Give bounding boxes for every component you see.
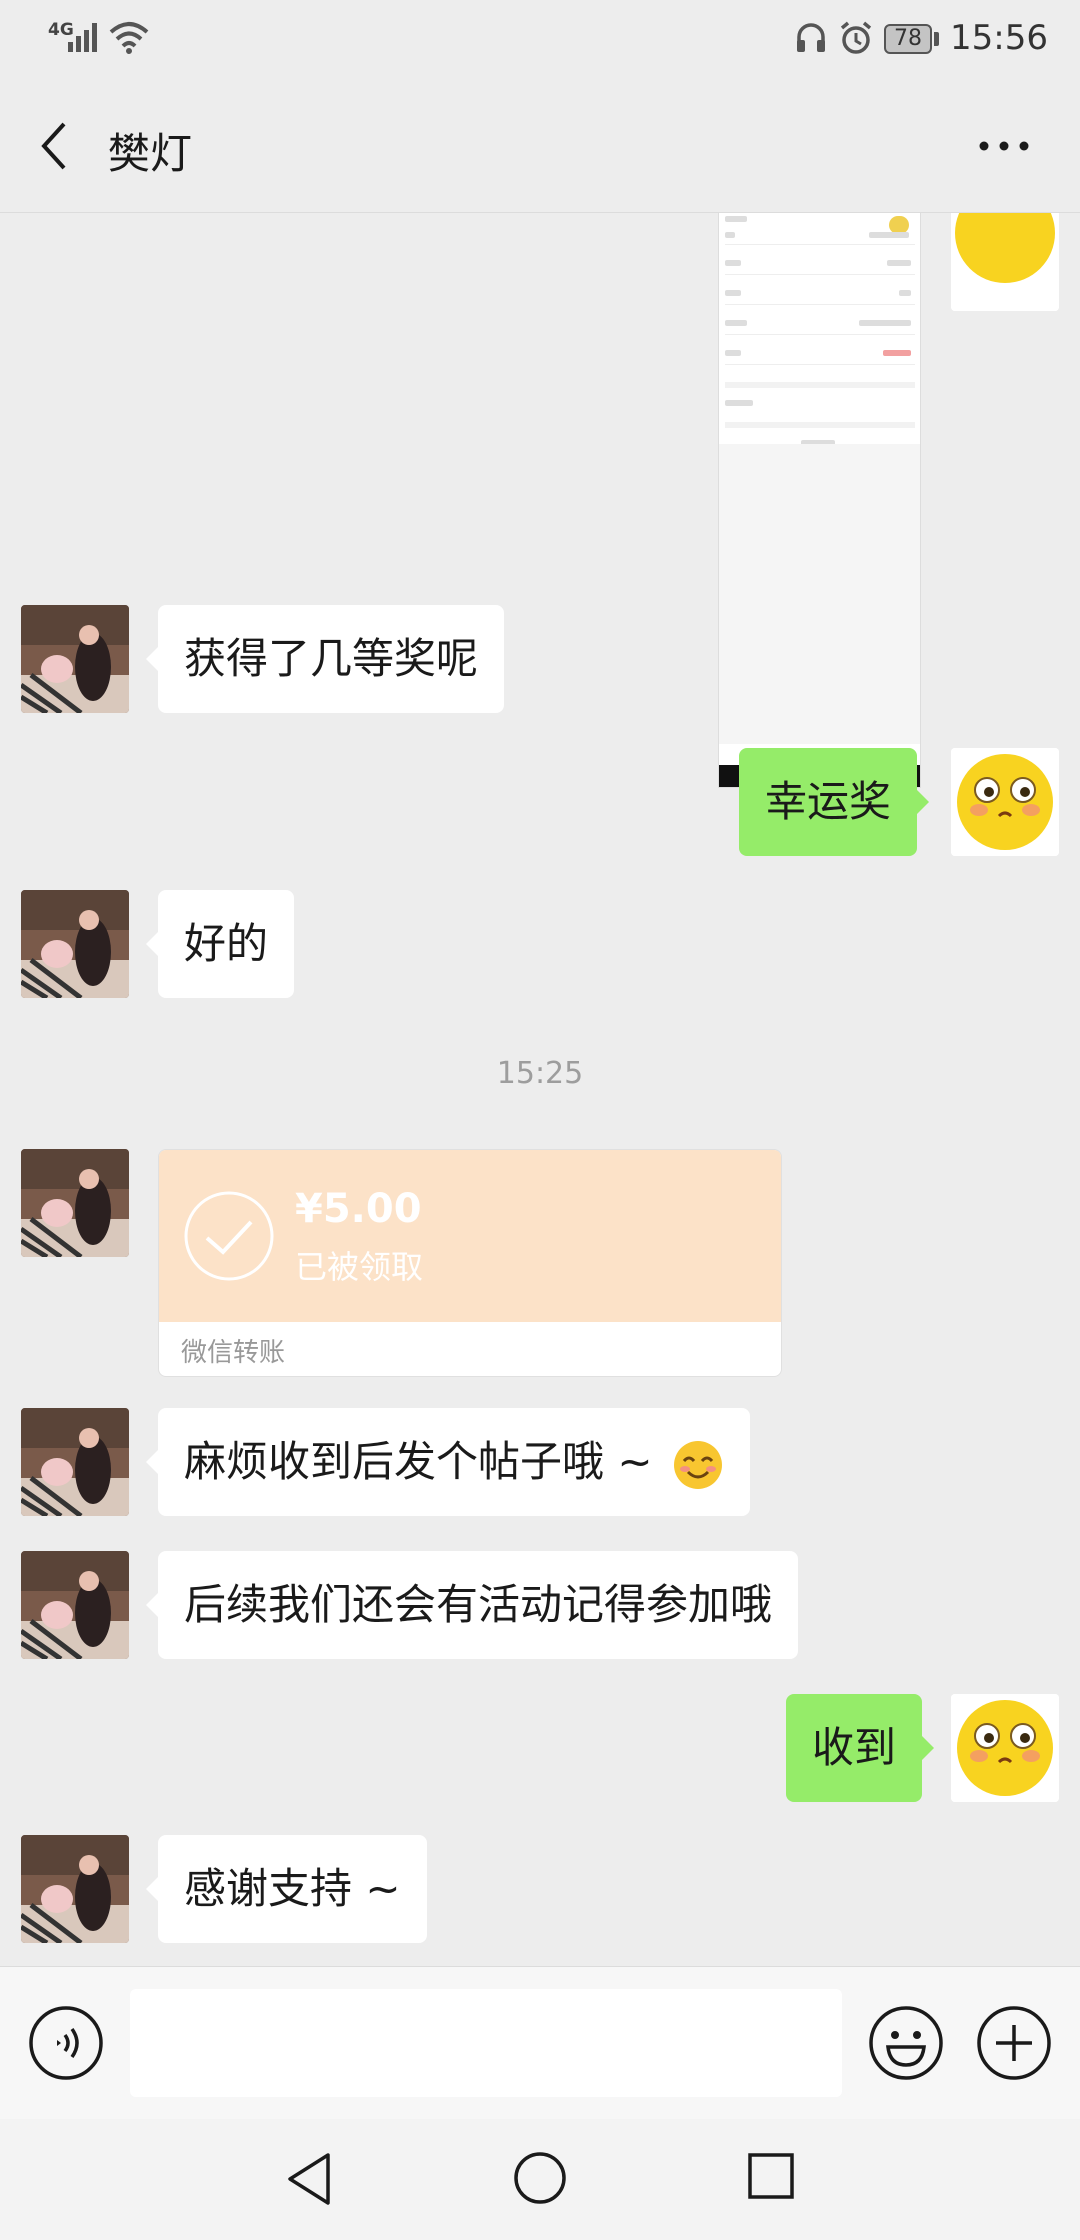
message-timestamp: 15:25 [496,1056,584,1091]
alarm-icon [840,21,872,54]
my-avatar[interactable] [951,748,1059,856]
contact-avatar[interactable] [21,890,129,998]
headset-icon [797,23,825,52]
message-input[interactable] [130,1989,842,2097]
message-bubble[interactable]: 收到 [786,1694,935,1802]
system-nav-bar [0,2119,1080,2240]
contact-avatar[interactable] [21,1835,129,1943]
transfer-label: 微信转账 [181,1338,286,1368]
wifi-icon [109,22,149,54]
voice-icon[interactable] [28,2005,104,2081]
nav-back-icon[interactable] [284,2149,334,2209]
more-icon[interactable] [974,126,1034,166]
emoji-icon[interactable] [868,2005,944,2081]
transfer-amount: ¥5.00 [295,1186,422,1232]
message-bubble[interactable]: 感谢支持 ~ [146,1835,427,1943]
back-arrow-icon[interactable] [34,118,74,174]
smile-emoji-icon [673,1440,722,1489]
message-bubble[interactable]: 获得了几等奖呢 [145,605,505,713]
message-bubble[interactable]: 麻烦收到后发个帖子哦 ~ [146,1408,750,1516]
nav-recent-icon[interactable] [746,2151,796,2201]
contact-avatar[interactable] [21,1149,129,1257]
signal-icon [68,23,97,52]
image-message[interactable] [718,213,921,788]
chat-title: 樊灯 [108,129,193,178]
chat-header: 樊灯 [0,80,1080,213]
message-bubble[interactable]: 幸运奖 [739,748,930,856]
nav-home-icon[interactable] [513,2151,567,2205]
contact-avatar[interactable] [21,605,129,713]
input-bar [0,1966,1080,2119]
transfer-card[interactable]: ¥5.00 已被领取 微信转账 [158,1149,782,1377]
battery-level: 78 [894,26,922,51]
plus-icon[interactable] [976,2005,1052,2081]
message-bubble[interactable]: 好的 [145,890,295,998]
message-list[interactable]: 获得了几等奖呢 幸运奖 好的 15:25 ¥5.00 已被领取 微信转账 麻烦收… [0,213,1080,1965]
status-bar: 4G 78 15:56 [0,0,1080,80]
my-avatar[interactable] [951,1694,1059,1802]
status-time: 15:56 [950,18,1048,58]
contact-avatar[interactable] [21,1408,129,1516]
my-avatar[interactable] [951,213,1059,311]
message-text: 麻烦收到后发个帖子哦 ~ [184,1437,653,1486]
transfer-status: 已被领取 [295,1248,424,1286]
contact-avatar[interactable] [21,1551,129,1659]
message-bubble[interactable]: 后续我们还会有活动记得参加哦 [145,1551,799,1659]
check-circle-icon [184,1191,274,1281]
